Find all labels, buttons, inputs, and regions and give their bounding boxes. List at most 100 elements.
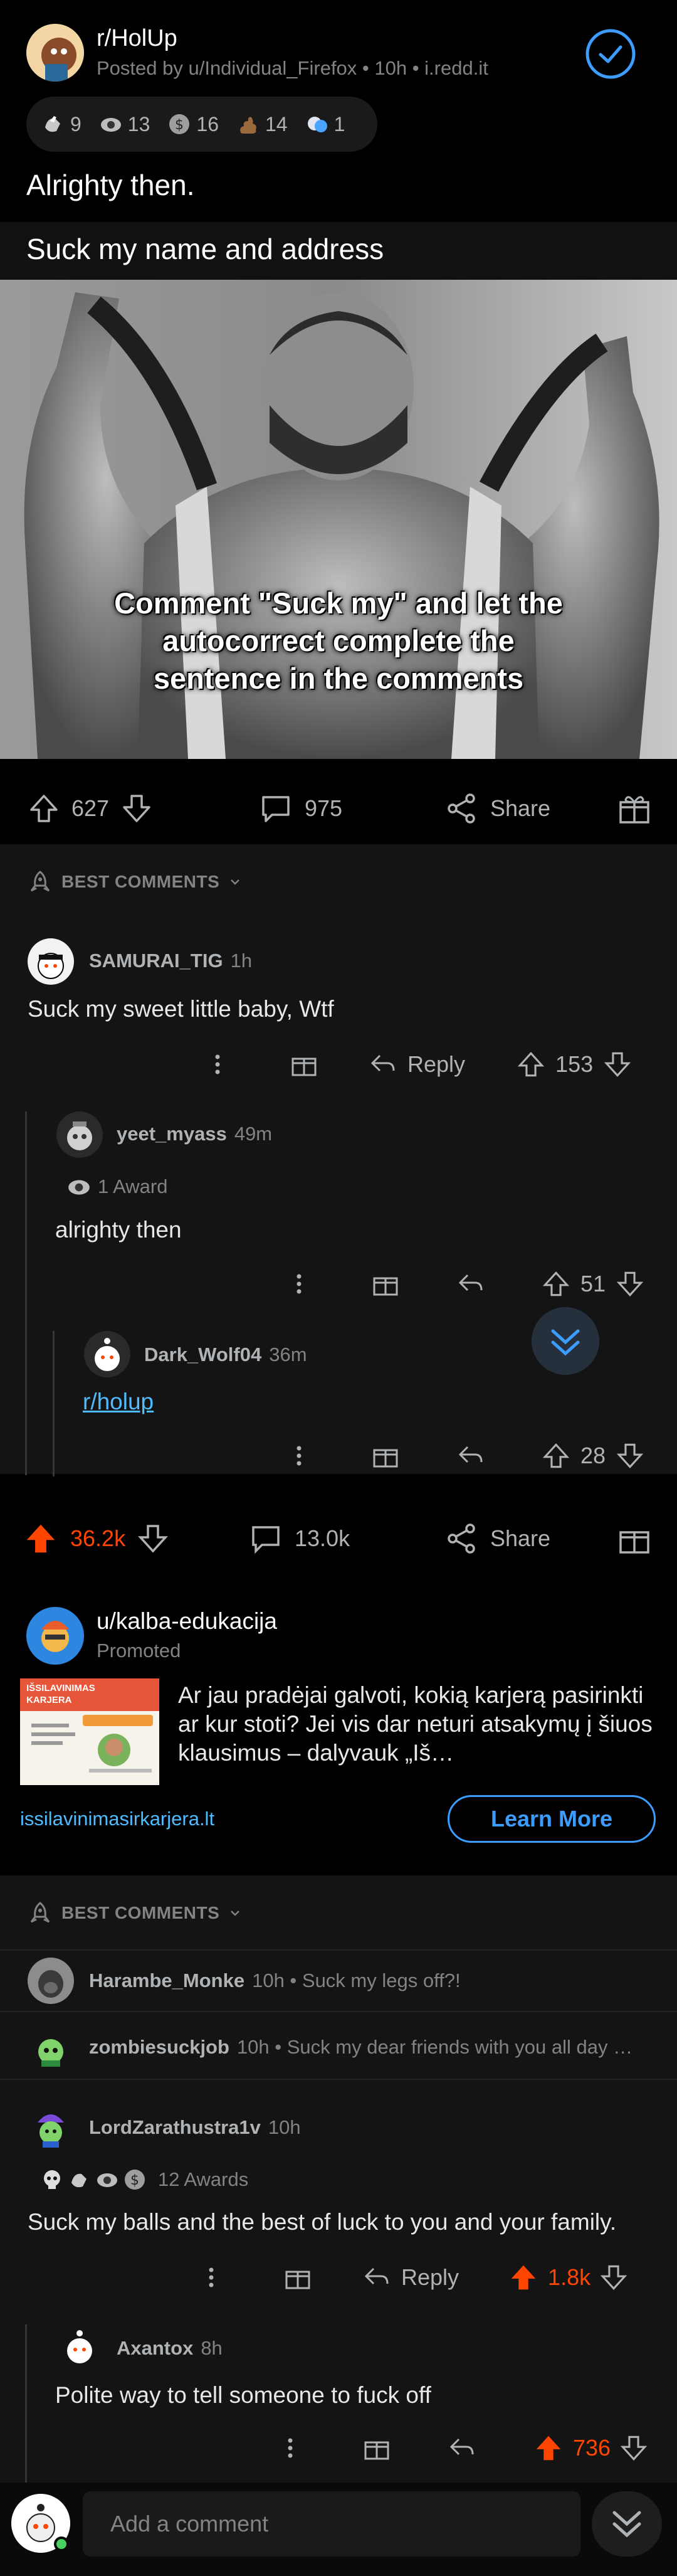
comment-avatar[interactable]	[84, 1331, 130, 1377]
more-options-icon[interactable]	[207, 2265, 216, 2290]
award-item: 14	[236, 112, 288, 136]
gift-award-icon[interactable]	[371, 1269, 400, 1298]
ad-text[interactable]: Ar jau pradėjai galvoti, kokią karjerą p…	[178, 1681, 654, 1768]
comment-avatar[interactable]	[28, 1958, 74, 2004]
comment-score: 736	[573, 2435, 611, 2461]
gift-award-icon[interactable]	[362, 2434, 391, 2462]
downvote-icon[interactable]	[619, 2434, 648, 2462]
subreddit-link[interactable]: r/holup	[83, 1389, 154, 1415]
comment-avatar[interactable]	[28, 2024, 74, 2070]
more-options-icon[interactable]	[295, 1443, 303, 1468]
reply-button[interactable]: Reply	[362, 2264, 459, 2291]
reply-arrow-icon[interactable]	[448, 2436, 476, 2461]
more-options-icon[interactable]	[295, 1271, 303, 1296]
comment-username[interactable]: Harambe_Monke	[89, 1969, 244, 1992]
upvote-icon[interactable]	[28, 792, 60, 825]
comment-awards[interactable]: $ 12 Awards	[40, 2168, 248, 2192]
subreddit-avatar[interactable]	[26, 24, 84, 82]
comment-preview: 10h • Suck my dear friends with you all …	[236, 2036, 633, 2058]
share-button[interactable]: Share	[444, 791, 550, 826]
collapsed-comment[interactable]: Harambe_Monke 10h • Suck my legs off?!	[28, 1957, 461, 2005]
ad-thumbnail-title: IŠSILAVINIMAS KARJERA	[26, 1683, 95, 1705]
ad-domain[interactable]: issilavinimasirkarjera.lt	[20, 1808, 214, 1830]
snoo-avatar-icon	[67, 2330, 92, 2363]
reply-arrow-icon[interactable]	[456, 1271, 485, 1296]
sort-label: BEST COMMENTS	[61, 872, 220, 891]
comment-vote-group: 736	[533, 2432, 648, 2464]
zombie-snoo-avatar-icon	[38, 2039, 63, 2067]
downvote-icon[interactable]	[599, 2263, 628, 2292]
advertiser-avatar[interactable]	[26, 1607, 84, 1665]
comment-preview: 10h • Suck my legs off?!	[252, 1969, 461, 1991]
comment-body[interactable]: Suck my sweet little baby, Wtf	[28, 996, 334, 1022]
comment-username[interactable]: SAMURAI_TIG	[89, 950, 223, 972]
post-action-bar: 627 975 Share	[0, 773, 677, 844]
subreddit-name[interactable]: r/HolUp	[97, 25, 488, 52]
thread-line[interactable]	[25, 1111, 27, 1475]
share-button[interactable]: Share	[444, 1521, 550, 1556]
upvote-active-icon[interactable]	[508, 2262, 539, 2293]
comment-username[interactable]: Axantox	[117, 2337, 193, 2360]
jump-to-next-button[interactable]	[592, 2491, 662, 2557]
downvote-icon[interactable]	[137, 1522, 169, 1555]
advertiser-name[interactable]: u/kalba-edukacija	[97, 1608, 277, 1635]
collapsed-comment[interactable]: zombiesuckjob 10h • Suck my dear friends…	[28, 2023, 632, 2071]
ad-thumbnail[interactable]: IŠSILAVINIMAS KARJERA	[20, 1678, 159, 1785]
gift-award-icon[interactable]	[290, 1050, 318, 1079]
comment-body[interactable]: Polite way to tell someone to fuck off	[55, 2382, 431, 2409]
gift-award-icon[interactable]	[283, 2263, 312, 2292]
more-options-icon[interactable]	[286, 2436, 295, 2461]
vote-group: 627	[28, 792, 153, 825]
scroll-next-button[interactable]	[532, 1307, 599, 1375]
upvote-active-icon[interactable]	[533, 2432, 564, 2464]
comment-bubble-icon	[262, 796, 290, 822]
comments-button[interactable]: 13.0k	[248, 1521, 350, 1556]
sort-dropdown[interactable]: BEST COMMENTS	[28, 869, 242, 894]
add-comment-input[interactable]: Add a comment	[83, 2491, 580, 2557]
award-dollar-icon: $	[125, 2170, 145, 2190]
award-button[interactable]	[617, 791, 652, 826]
comment-username[interactable]: yeet_myass	[117, 1123, 227, 1145]
downvote-icon[interactable]	[120, 792, 153, 825]
post-image[interactable]: Comment "Suck my" and let the autocorrec…	[0, 280, 677, 759]
promoted-label: Promoted	[97, 1640, 181, 1662]
reply-button[interactable]: Reply	[369, 1051, 465, 1078]
subreddit-avatar-icon	[26, 24, 84, 82]
sort-dropdown[interactable]: BEST COMMENTS	[28, 1900, 242, 1926]
award-button[interactable]	[617, 1521, 652, 1556]
comment-awards[interactable]: 1 Award	[66, 1174, 167, 1199]
more-options-icon[interactable]	[213, 1052, 222, 1077]
comments-button[interactable]: 975	[258, 791, 342, 826]
comment-actions: 736	[286, 2427, 648, 2469]
post-awards[interactable]: 9 13 $ 16 14 1	[26, 97, 377, 152]
comment-avatar[interactable]	[28, 2104, 74, 2150]
comment-score: 51	[580, 1271, 606, 1296]
reply-arrow-icon	[370, 1054, 395, 1072]
promoted-ad[interactable]: u/kalba-edukacija Promoted IŠSILAVINIMAS…	[0, 1589, 677, 1862]
thread-line[interactable]	[25, 2324, 27, 2506]
comment-avatar[interactable]	[56, 2323, 103, 2370]
downvote-icon[interactable]	[616, 1441, 644, 1470]
comment-username[interactable]: LordZarathustra1v	[89, 2116, 261, 2139]
upvote-active-icon[interactable]	[23, 1520, 59, 1557]
comment-body[interactable]: alrighty then	[55, 1217, 182, 1243]
upvote-icon[interactable]	[542, 1269, 570, 1298]
comment-avatar[interactable]	[28, 938, 74, 985]
comment-username[interactable]: zombiesuckjob	[89, 2036, 229, 2059]
upvote-icon[interactable]	[517, 1050, 545, 1079]
comment-body[interactable]: Suck my balls and the best of luck to yo…	[28, 2209, 616, 2235]
meme-caption-bar: Suck my name and address	[0, 222, 677, 280]
downvote-icon[interactable]	[616, 1269, 644, 1298]
comment-divider	[0, 2079, 677, 2080]
snoo-avatar-icon	[95, 1338, 120, 1371]
reply-arrow-icon[interactable]	[456, 1443, 485, 1468]
thread-line[interactable]	[53, 1331, 55, 1476]
upvote-icon[interactable]	[542, 1441, 570, 1470]
comment-avatar[interactable]	[56, 1111, 103, 1158]
joined-check-icon[interactable]	[583, 26, 638, 82]
post-title[interactable]: Alrighty then.	[26, 168, 194, 202]
gift-award-icon[interactable]	[371, 1441, 400, 1470]
learn-more-button[interactable]: Learn More	[448, 1795, 656, 1843]
downvote-icon[interactable]	[603, 1050, 632, 1079]
comment-username[interactable]: Dark_Wolf04	[144, 1344, 261, 1366]
